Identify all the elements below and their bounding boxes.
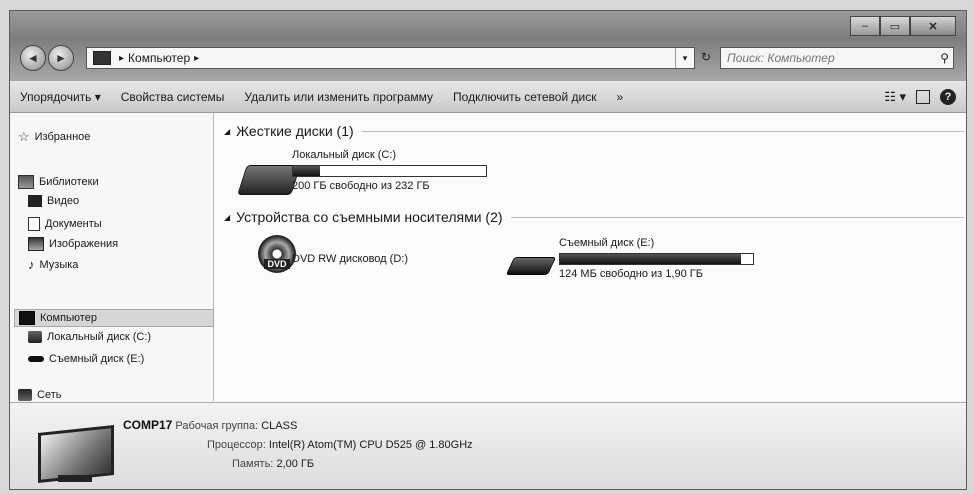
libraries-icon	[18, 175, 34, 189]
search-input[interactable]	[721, 50, 929, 66]
system-properties-button[interactable]: Свойства системы	[111, 90, 235, 104]
computer-name: COMP17	[123, 418, 173, 432]
command-bar: Упорядочить ▾ Свойства системы Удалить и…	[10, 81, 966, 113]
drive-item-dvd[interactable]: DVD RW дисковод (D:)	[292, 253, 408, 265]
title-bar: – ▭ ✕ ◄ ► ▸ Компьютер ▸ ▾ ↻ ⚲	[10, 11, 966, 81]
sidebar-item-libraries[interactable]: Библиотеки	[18, 175, 99, 189]
collapse-arrow-icon[interactable]: ◢	[224, 127, 230, 136]
sidebar-item-label: Документы	[45, 218, 102, 230]
group-header-removable[interactable]: ◢ Устройства со съемными носителями (2)	[224, 209, 964, 225]
monitor-stand	[58, 475, 92, 482]
sidebar-item-label: Видео	[47, 195, 80, 207]
workgroup-label: Рабочая группа:	[175, 420, 259, 432]
disk-usage-bar	[292, 165, 487, 177]
group-divider	[510, 216, 964, 218]
usb-drive-icon	[28, 356, 44, 362]
sidebar-item-label: Локальный диск (C:)	[47, 331, 152, 343]
view-controls: ☷ ▾ ?	[884, 88, 966, 105]
group-title: Жесткие диски (1)	[236, 123, 354, 139]
music-icon: ♪	[28, 257, 35, 272]
uninstall-program-button[interactable]: Удалить или изменить программу	[234, 90, 443, 104]
back-button[interactable]: ◄	[20, 45, 46, 71]
drive-name: Съемный диск (E:)	[559, 237, 655, 249]
forward-button[interactable]: ►	[48, 45, 74, 71]
workgroup-value: CLASS	[261, 420, 298, 432]
computer-icon	[93, 51, 111, 65]
memory-row: Память: 2,00 ГБ	[232, 458, 314, 470]
sidebar-item-computer[interactable]: Компьютер	[14, 309, 214, 327]
drive-free-space: 124 МБ свободно из 1,90 ГБ	[559, 268, 703, 280]
drive-item-e[interactable]: Съемный диск (E:) 124 МБ свободно из 1,9…	[559, 237, 754, 280]
minimize-button[interactable]: –	[850, 16, 880, 36]
computer-info-row: COMP17 Рабочая группа: CLASS	[123, 418, 297, 432]
memory-label: Память:	[232, 458, 274, 470]
sidebar-item-network[interactable]: Сеть	[18, 389, 61, 401]
close-button[interactable]: ✕	[910, 16, 956, 36]
navigation-pane: ☆ Избранное Библиотеки Видео Документы И…	[10, 113, 214, 401]
search-box[interactable]: ⚲	[720, 47, 954, 69]
disk-usage-bar	[559, 253, 754, 265]
sidebar-item-removable-disk[interactable]: Съемный диск (E:)	[28, 353, 144, 365]
sidebar-item-favorites[interactable]: ☆ Избранное	[18, 129, 90, 145]
content-pane: ◢ Жесткие диски (1) Локальный диск (C:) …	[214, 113, 966, 401]
dvd-label: DVD	[264, 259, 290, 269]
image-icon	[28, 237, 44, 251]
sidebar-item-video[interactable]: Видео	[28, 195, 79, 207]
maximize-button[interactable]: ▭	[880, 16, 910, 36]
details-pane: COMP17 Рабочая группа: CLASS Процессор: …	[10, 402, 966, 489]
breadcrumb-chevron-icon[interactable]: ▸	[194, 53, 199, 64]
explorer-window: – ▭ ✕ ◄ ► ▸ Компьютер ▸ ▾ ↻ ⚲ Упорядочит…	[9, 10, 967, 490]
processor-row: Процессор: Intel(R) Atom(TM) CPU D525 @ …	[207, 439, 473, 451]
memory-value: 2,00 ГБ	[276, 458, 315, 470]
star-icon: ☆	[18, 129, 30, 144]
sidebar-item-label: Съемный диск (E:)	[49, 353, 145, 365]
disk-usage-fill	[560, 254, 742, 264]
usb-drive-icon[interactable]	[505, 257, 557, 275]
address-dropdown-icon[interactable]: ▾	[675, 48, 694, 68]
sidebar-item-label: Компьютер	[40, 312, 97, 324]
sidebar-item-images[interactable]: Изображения	[28, 237, 118, 251]
group-header-hard-disks[interactable]: ◢ Жесткие диски (1)	[224, 123, 964, 139]
sidebar-item-music[interactable]: ♪ Музыка	[28, 257, 78, 272]
sidebar-item-label: Изображения	[49, 238, 119, 250]
change-view-icon[interactable]: ☷ ▾	[884, 89, 906, 105]
search-icon[interactable]: ⚲	[940, 51, 949, 65]
dvd-drive-icon[interactable]: DVD	[258, 235, 296, 273]
drive-name: Локальный диск (C:)	[292, 149, 397, 161]
more-commands-button[interactable]: »	[606, 90, 633, 104]
sidebar-item-label: Библиотеки	[39, 176, 99, 188]
sidebar-item-label: Сеть	[37, 389, 62, 401]
video-icon	[28, 195, 42, 207]
preview-pane-icon[interactable]	[916, 89, 930, 104]
sidebar-item-local-disk[interactable]: Локальный диск (C:)	[28, 331, 151, 343]
processor-label: Процессор:	[207, 439, 266, 451]
drive-free-space: 200 ГБ свободно из 232 ГБ	[292, 180, 430, 192]
organize-button[interactable]: Упорядочить ▾	[10, 90, 111, 104]
hard-drive-icon	[28, 331, 42, 343]
collapse-arrow-icon[interactable]: ◢	[224, 213, 230, 222]
processor-value: Intel(R) Atom(TM) CPU D525 @ 1.80GHz	[268, 439, 473, 451]
computer-icon	[19, 311, 35, 325]
group-divider	[361, 130, 964, 132]
drive-item-c[interactable]: Локальный диск (C:) 200 ГБ свободно из 2…	[292, 149, 487, 192]
document-icon	[28, 217, 40, 231]
window-controls: – ▭ ✕	[850, 16, 956, 36]
map-network-drive-button[interactable]: Подключить сетевой диск	[443, 90, 606, 104]
sidebar-item-documents[interactable]: Документы	[28, 217, 102, 231]
help-icon[interactable]: ?	[940, 88, 956, 105]
breadcrumb-computer[interactable]: Компьютер	[128, 51, 190, 65]
drive-name: DVD RW дисковод (D:)	[292, 253, 408, 265]
network-icon	[18, 389, 32, 401]
sidebar-item-label: Музыка	[39, 258, 79, 271]
refresh-icon[interactable]: ↻	[697, 47, 715, 67]
address-bar[interactable]: ▸ Компьютер ▸ ▾	[86, 47, 695, 69]
group-title: Устройства со съемными носителями (2)	[236, 209, 503, 225]
disk-usage-fill	[293, 166, 321, 176]
breadcrumb-separator-icon: ▸	[119, 52, 125, 64]
sidebar-item-label: Избранное	[34, 131, 91, 143]
